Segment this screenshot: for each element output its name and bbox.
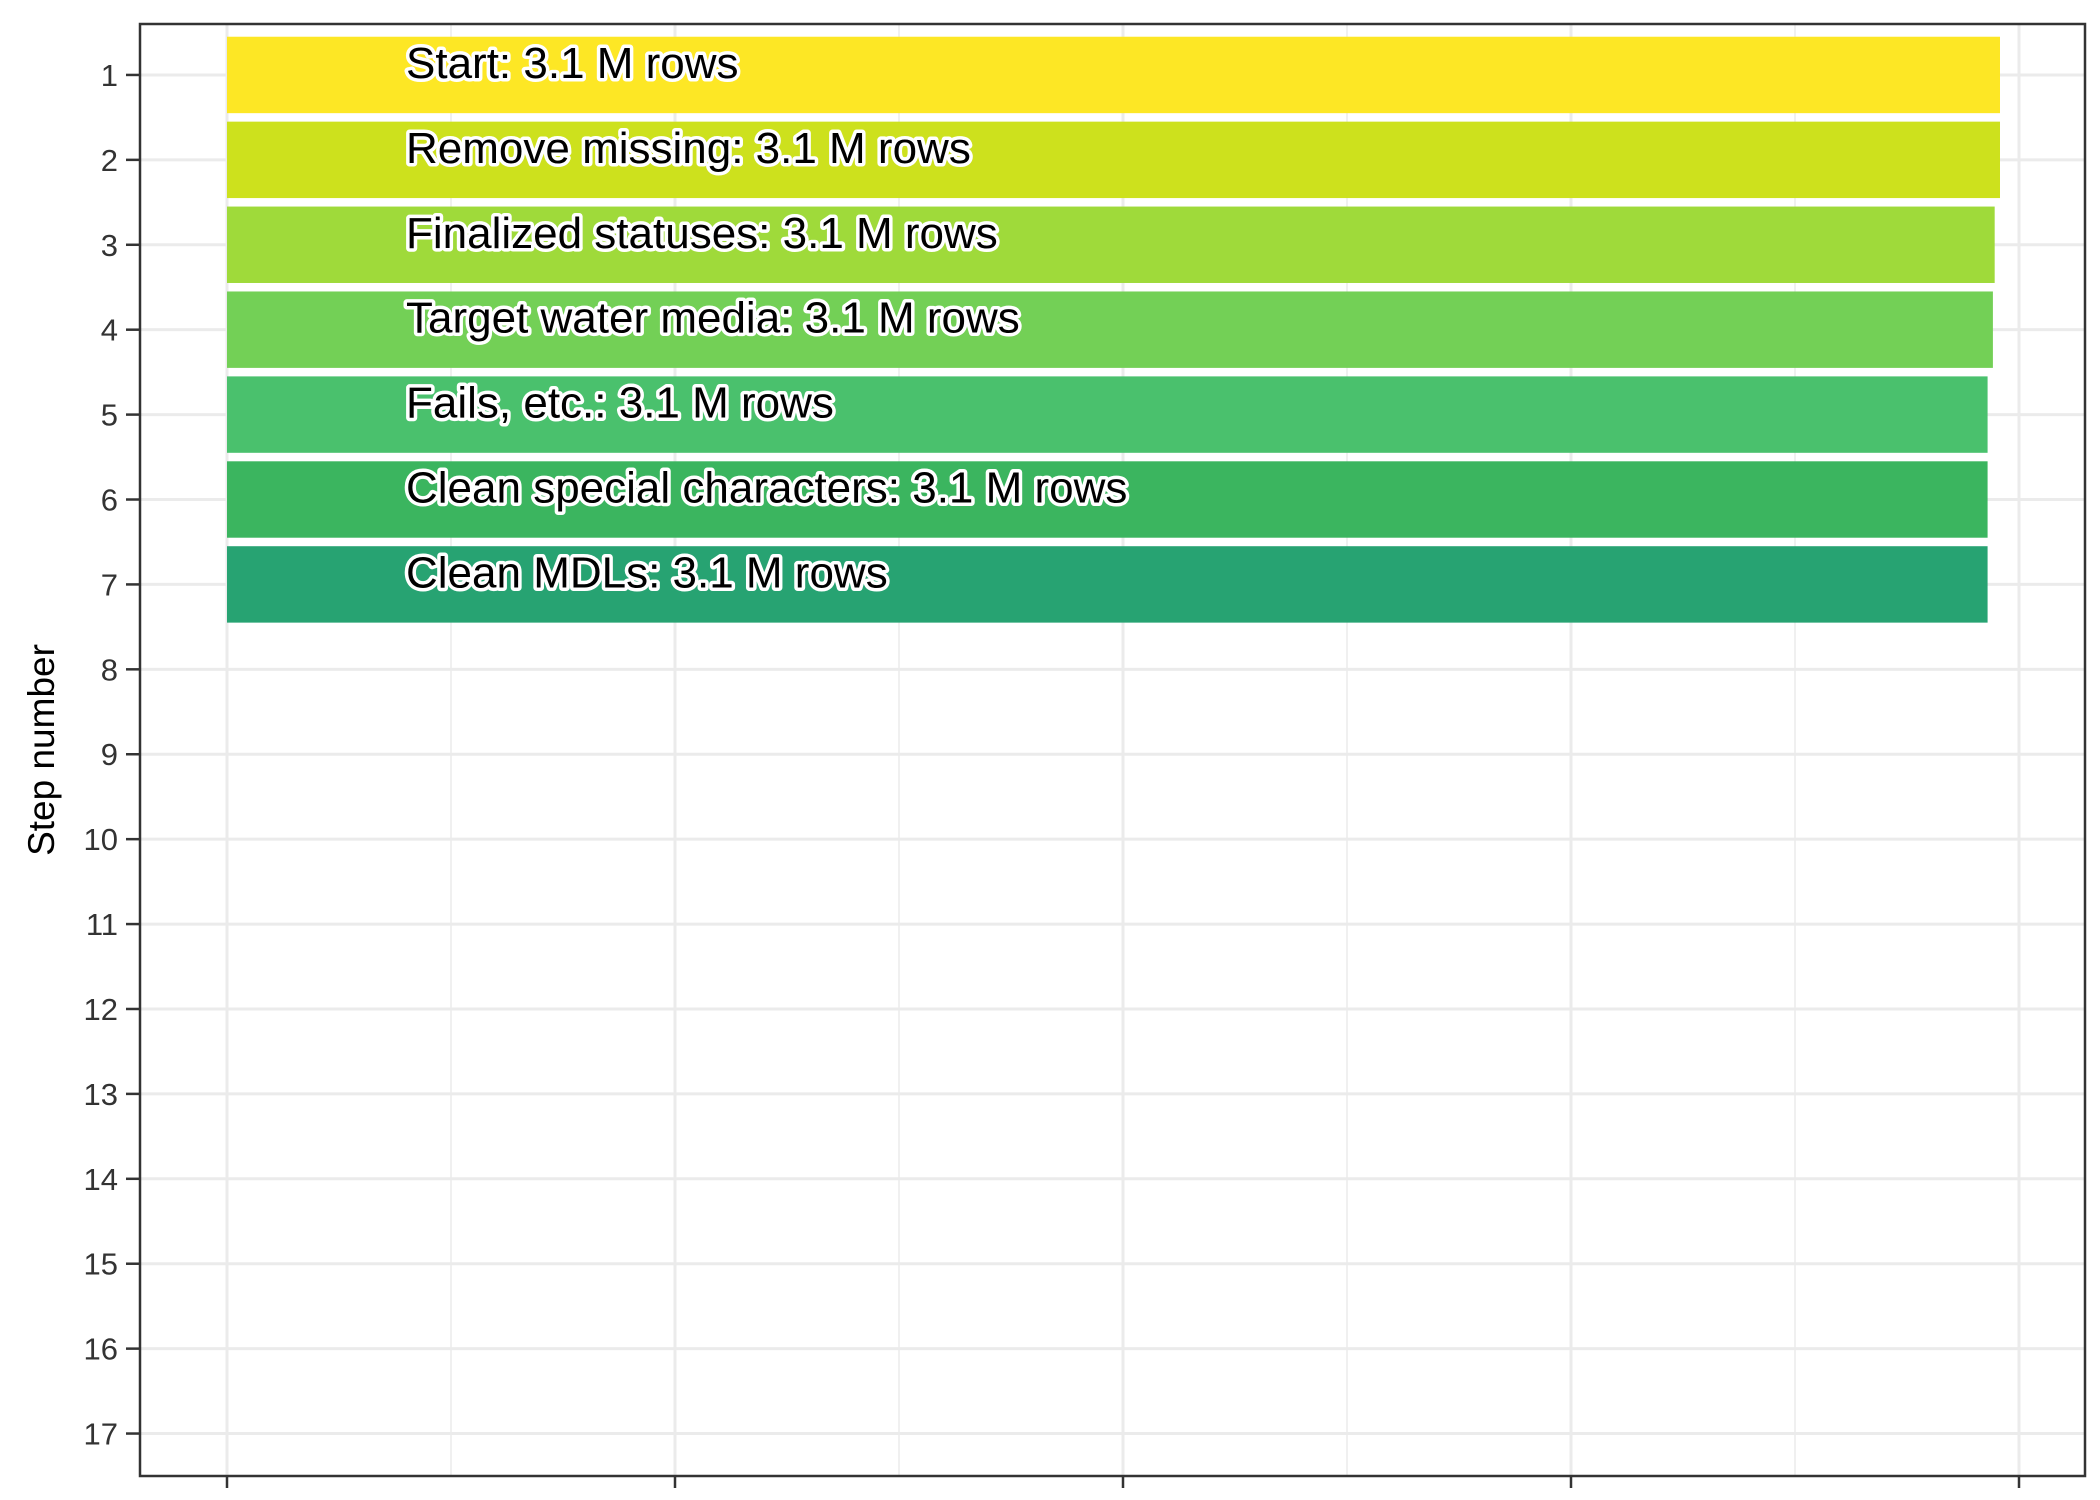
y-tick-label: 15 <box>84 1247 118 1282</box>
y-tick-label: 17 <box>84 1417 118 1452</box>
y-tick-label: 3 <box>101 228 118 263</box>
y-tick-label: 14 <box>84 1162 118 1197</box>
bar-label-step-4: Target water media: 3.1 M rows <box>406 294 1020 343</box>
bar-label-step-5: Fails, etc.: 3.1 M rows <box>406 379 834 428</box>
y-tick-label: 9 <box>101 737 118 772</box>
y-tick-label: 5 <box>101 398 118 433</box>
y-tick-label: 11 <box>86 907 118 942</box>
y-tick-label: 2 <box>101 143 118 178</box>
y-axis-title: Step number <box>21 644 62 856</box>
y-tick-label: 1 <box>101 58 118 93</box>
y-tick-label: 16 <box>84 1332 118 1367</box>
y-tick-label: 12 <box>84 992 118 1027</box>
bar-label-step-6: Clean special characters: 3.1 M rows <box>406 464 1127 513</box>
bar-label-step-2: Remove missing: 3.1 M rows <box>406 124 971 173</box>
y-tick-label: 8 <box>101 652 118 687</box>
y-tick-label: 13 <box>84 1077 118 1112</box>
y-tick-label: 7 <box>101 567 118 602</box>
y-tick-label: 4 <box>101 313 118 348</box>
y-tick-label: 6 <box>101 483 118 518</box>
y-tick-label: 10 <box>84 822 118 857</box>
bar-label-step-1: Start: 3.1 M rows <box>406 39 739 88</box>
step-bar-chart: Start: 3.1 M rows Remove missing: 3.1 M r… <box>21 22 2087 1488</box>
bar-label-step-7: Clean MDLs: 3.1 M rows <box>406 548 888 597</box>
bar-label-step-3: Finalized statuses: 3.1 M rows <box>406 209 998 258</box>
